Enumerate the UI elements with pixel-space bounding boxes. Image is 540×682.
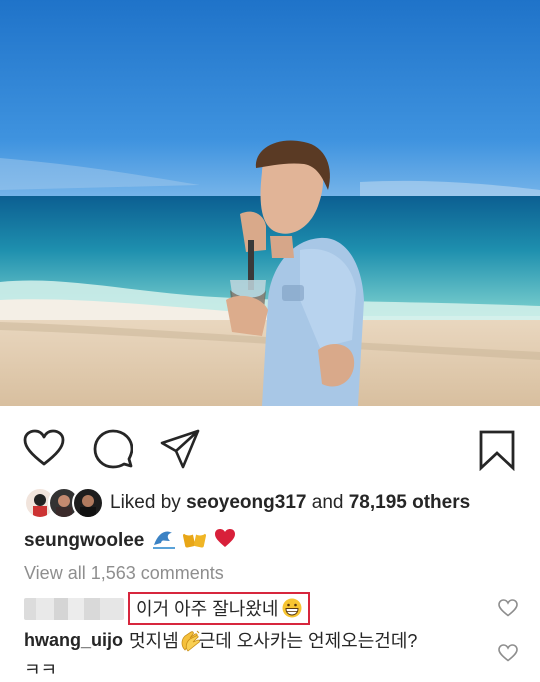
wave-emoji bbox=[152, 527, 176, 555]
comment-text: 이거 아주 잘나왔네 bbox=[136, 599, 279, 619]
caption: seungwoolee bbox=[24, 527, 236, 555]
post-photo[interactable] bbox=[0, 0, 540, 406]
caption-username[interactable]: seungwoolee bbox=[24, 530, 144, 552]
highlight-box: 이거 아주 잘나왔네 bbox=[128, 592, 311, 625]
view-all-comments[interactable]: View all 1,563 comments bbox=[24, 563, 224, 584]
comment-row: ㅋㅋ bbox=[24, 656, 57, 682]
liked-by-user[interactable]: seoyeong317 bbox=[186, 492, 306, 514]
clapping-hands-emoji bbox=[179, 630, 200, 652]
liked-by-prefix: Liked by bbox=[110, 492, 181, 513]
grinning-face-emoji bbox=[282, 598, 302, 618]
action-bar bbox=[0, 406, 540, 486]
share-icon[interactable] bbox=[160, 429, 200, 469]
comment-text-continued: 근데 오사카는 언제오는건데? bbox=[198, 631, 418, 651]
likes-row[interactable]: Liked by seoyeong317 and 78,195 others bbox=[24, 486, 470, 520]
liker-avatars bbox=[24, 487, 104, 519]
bookmark-icon[interactable] bbox=[478, 429, 516, 471]
blurred-username bbox=[24, 597, 124, 620]
avatar bbox=[72, 487, 104, 519]
like-comment-heart-icon[interactable] bbox=[498, 644, 518, 667]
comment-icon[interactable] bbox=[93, 429, 133, 469]
beer-emoji bbox=[182, 527, 208, 555]
comment-text: 멋지넴 bbox=[129, 631, 179, 651]
liked-and: and bbox=[311, 492, 344, 513]
heart-icon[interactable] bbox=[23, 429, 65, 467]
comment-row: hwang_uijo 멋지넴 근데 오사카는 언제오는건데? bbox=[24, 627, 417, 653]
liked-others[interactable]: 78,195 others bbox=[349, 492, 470, 514]
comment-row: 이거 아주 잘나왔네 bbox=[24, 592, 311, 625]
comment-text: ㅋㅋ bbox=[24, 660, 58, 680]
like-comment-heart-icon[interactable] bbox=[498, 599, 518, 622]
comment-username[interactable]: hwang_uijo bbox=[24, 630, 123, 651]
red-heart-emoji bbox=[214, 528, 236, 554]
